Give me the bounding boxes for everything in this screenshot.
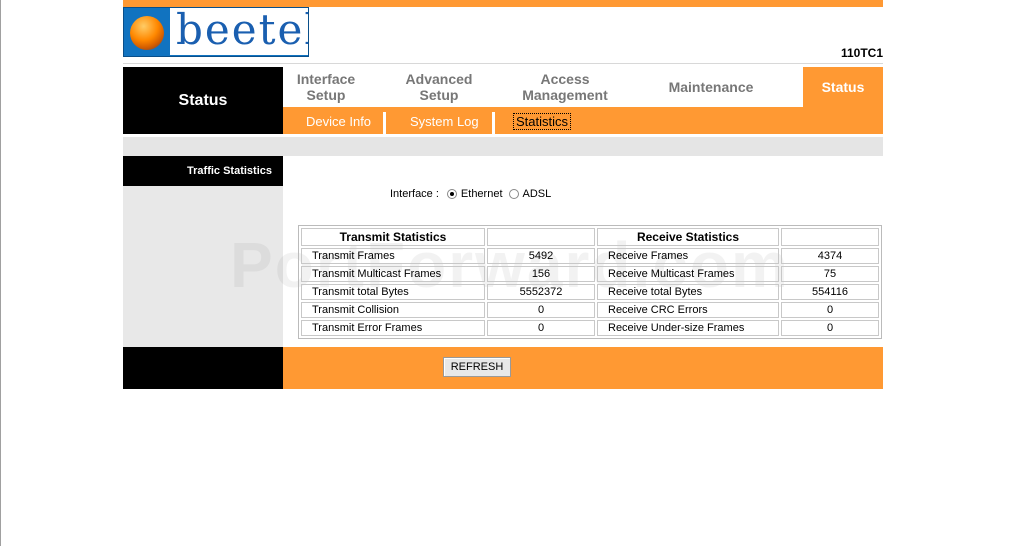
subnav-system-log[interactable]: System Log: [410, 107, 479, 134]
rx-label: Receive total Bytes: [597, 284, 779, 300]
tx-value: 156: [487, 266, 595, 282]
header-spacer: [487, 228, 595, 246]
beetel-logo: beetel: [123, 7, 309, 57]
interface-label: Interface :: [390, 188, 439, 200]
rx-label: Receive Frames: [597, 248, 779, 264]
table-row: Transmit Error Frames 0 Receive Under-si…: [301, 320, 879, 336]
tx-value: 0: [487, 320, 595, 336]
subnav-divider: [383, 112, 386, 134]
tab-status[interactable]: Status: [803, 67, 883, 107]
ethernet-radio[interactable]: [446, 189, 457, 199]
tab-label: Status: [821, 79, 865, 95]
tab-label-line2: Setup: [306, 87, 346, 103]
sidebar-title: Traffic Statistics: [123, 156, 283, 186]
tx-value: 5552372: [487, 284, 595, 300]
rx-label: Receive Under-size Frames: [597, 320, 779, 336]
tab-access-management[interactable]: Access Management: [511, 67, 619, 107]
rx-value: 75: [781, 266, 879, 282]
tab-label-line2: Management: [522, 87, 608, 103]
adsl-option-label: ADSL: [522, 188, 552, 200]
header-spacer: [781, 228, 879, 246]
sidebar-panel: [123, 186, 283, 347]
logo-text: beetel: [170, 8, 308, 55]
tab-label: Maintenance: [668, 79, 754, 95]
sub-nav: Device Info System Log Statistics: [283, 107, 883, 134]
tab-label-line1: Access: [540, 71, 590, 87]
header-divider: [123, 63, 883, 64]
top-accent-bar: [123, 0, 883, 7]
rx-value: 554116: [781, 284, 879, 300]
tab-label-line2: Setup: [419, 87, 459, 103]
main-nav: Interface Setup Advanced Setup Access Manag…: [283, 67, 883, 107]
rx-value: 0: [781, 302, 879, 318]
adsl-radio[interactable]: [508, 189, 519, 199]
section-title: Status: [123, 67, 283, 134]
table-header-row: Transmit Statistics Receive Statistics: [301, 228, 879, 246]
tx-value: 0: [487, 302, 595, 318]
tab-label-line1: Advanced: [405, 71, 473, 87]
rx-label: Receive CRC Errors: [597, 302, 779, 318]
tx-label: Transmit total Bytes: [301, 284, 485, 300]
transmit-header: Transmit Statistics: [301, 228, 485, 246]
rx-label: Receive Multicast Frames: [597, 266, 779, 282]
window-border: [0, 0, 1, 546]
receive-header: Receive Statistics: [597, 228, 779, 246]
tab-advanced-setup[interactable]: Advanced Setup: [393, 67, 485, 107]
content-header-bar: [123, 137, 883, 156]
footer-bar: [283, 347, 883, 389]
model-number: 110TC1: [840, 46, 883, 60]
table-row: Transmit Frames 5492 Receive Frames 4374: [301, 248, 879, 264]
tx-label: Transmit Multicast Frames: [301, 266, 485, 282]
tab-interface-setup[interactable]: Interface Setup: [283, 67, 369, 107]
tx-label: Transmit Error Frames: [301, 320, 485, 336]
interface-selector: Interface : Ethernet ADSL: [390, 188, 551, 200]
tab-maintenance[interactable]: Maintenance: [653, 67, 769, 107]
tab-label-line1: Interface: [296, 71, 356, 87]
table-row: Transmit Multicast Frames 156 Receive Mu…: [301, 266, 879, 282]
subnav-divider: [492, 112, 495, 134]
footer-left-panel: [123, 347, 283, 389]
subnav-statistics-label: Statistics: [513, 113, 572, 130]
ethernet-option-label: Ethernet: [460, 188, 503, 200]
table-row: Transmit total Bytes 5552372 Receive tot…: [301, 284, 879, 300]
tx-label: Transmit Frames: [301, 248, 485, 264]
rx-value: 0: [781, 320, 879, 336]
tx-label: Transmit Collision: [301, 302, 485, 318]
logo-globe-icon: [130, 16, 164, 50]
statistics-table: Transmit Statistics Receive Statistics T…: [298, 225, 882, 339]
table-row: Transmit Collision 0 Receive CRC Errors …: [301, 302, 879, 318]
refresh-button[interactable]: REFRESH: [443, 357, 511, 377]
tx-value: 5492: [487, 248, 595, 264]
rx-value: 4374: [781, 248, 879, 264]
subnav-statistics[interactable]: Statistics: [513, 107, 572, 134]
subnav-device-info[interactable]: Device Info: [306, 107, 371, 134]
